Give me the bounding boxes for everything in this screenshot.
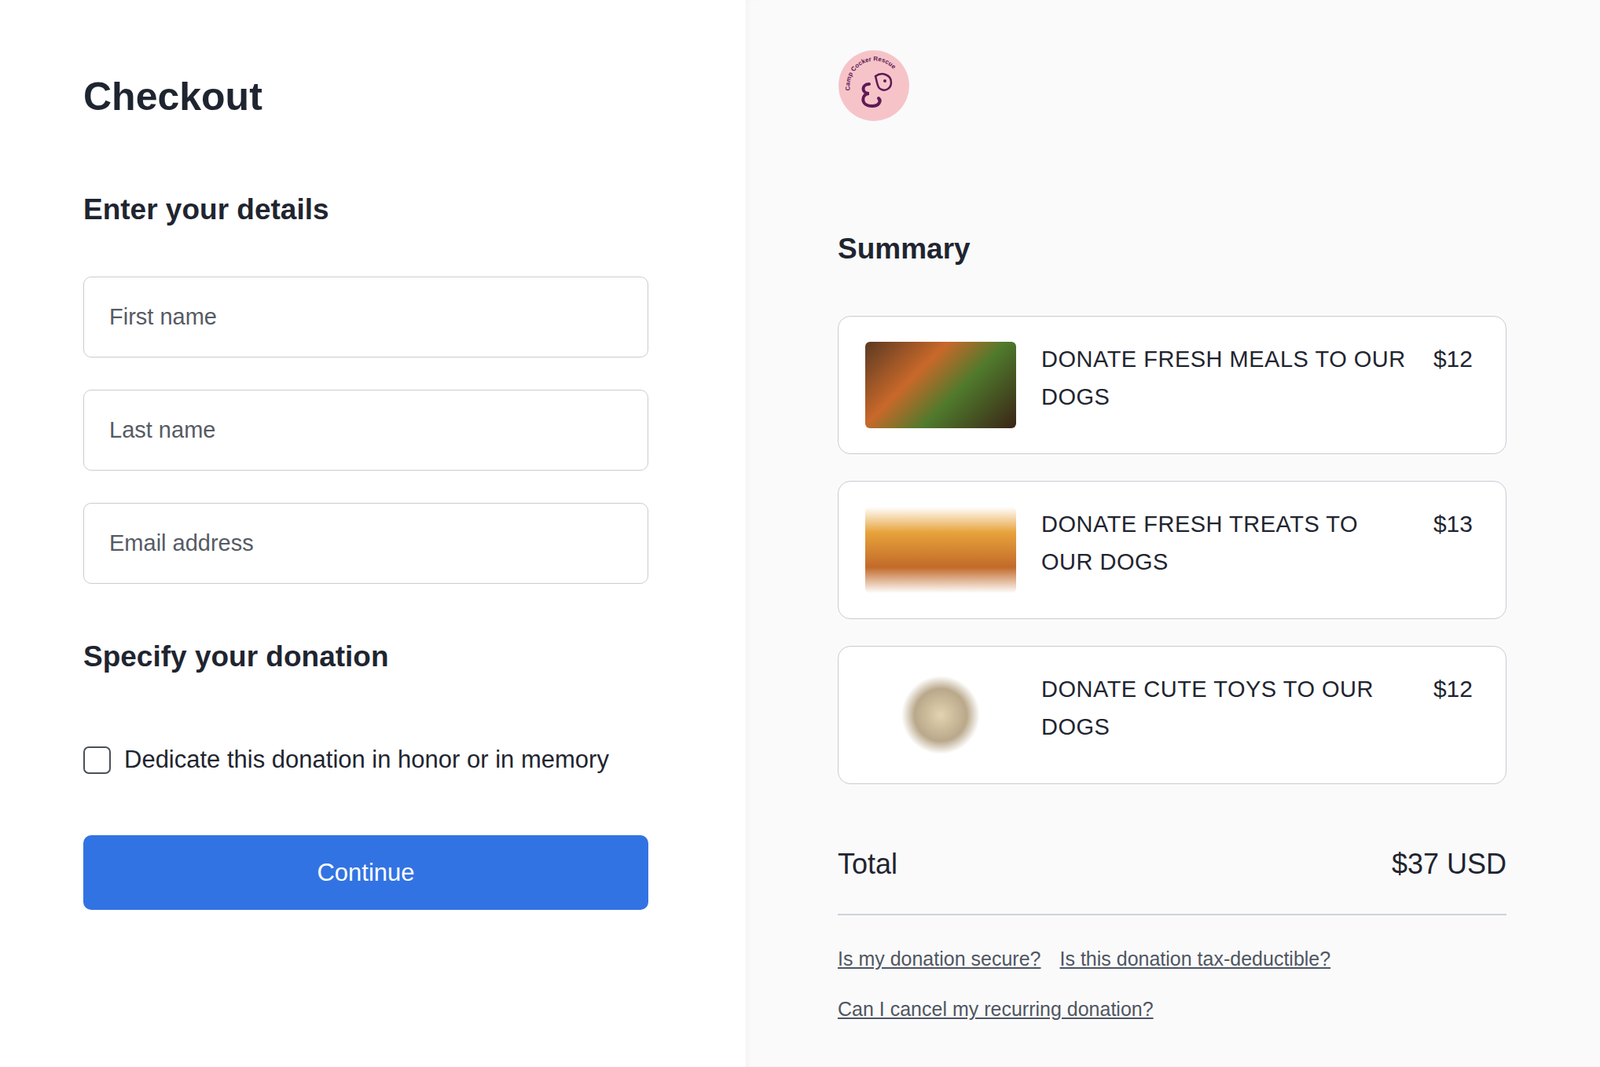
dedicate-checkbox-row[interactable]: Dedicate this donation in honor or in me… bbox=[83, 744, 649, 776]
help-links: Is my donation secure? Is this donation t… bbox=[837, 945, 1507, 1023]
item-photo bbox=[865, 506, 1017, 594]
summary-item: DONATE FRESH MEALS TO OUR DOGS $12 bbox=[837, 315, 1507, 455]
item-price: $12 bbox=[1433, 665, 1473, 709]
checkbox[interactable] bbox=[83, 746, 111, 775]
details-fields bbox=[83, 276, 649, 584]
item-photo bbox=[865, 341, 1017, 429]
summary-panel: Camp Cocker Rescue Summary DONATE FRESH ME… bbox=[745, 0, 1600, 1067]
text-field[interactable] bbox=[83, 389, 649, 471]
item-name: DONATE FRESH TREATS TO OUR DOGS bbox=[1041, 500, 1409, 581]
item-photo bbox=[865, 671, 1017, 759]
item-price: $12 bbox=[1433, 335, 1473, 378]
camp-cocker-rescue-logo-icon: Camp Cocker Rescue bbox=[837, 49, 911, 122]
help-link[interactable]: Is my donation secure? bbox=[837, 945, 1041, 973]
donation-heading: Specify your donation bbox=[83, 639, 649, 675]
logo: Camp Cocker Rescue bbox=[837, 49, 911, 122]
total-row: Total $37 USD bbox=[837, 847, 1507, 916]
checkout-page: Checkout Enter your details Specify your d… bbox=[0, 0, 1600, 1067]
checkbox-label: Dedicate this donation in honor or in me… bbox=[124, 744, 610, 776]
total-amount: $37 USD bbox=[1391, 847, 1507, 882]
details-heading: Enter your details bbox=[83, 192, 649, 228]
summary-item: DONATE CUTE TOYS TO OUR DOGS $12 bbox=[837, 645, 1507, 785]
summary-heading: Summary bbox=[837, 231, 1507, 267]
page-title: Checkout bbox=[83, 73, 649, 120]
help-link[interactable]: Is this donation tax-deductible? bbox=[1059, 945, 1331, 973]
summary-item: DONATE FRESH TREATS TO OUR DOGS $13 bbox=[837, 480, 1507, 620]
help-link-row: Is my donation secure? Is this donation t… bbox=[837, 945, 1507, 973]
item-name: DONATE FRESH MEALS TO OUR DOGS bbox=[1041, 335, 1409, 416]
help-link-row: Can I cancel my recurring donation? bbox=[837, 995, 1507, 1023]
item-price: $13 bbox=[1433, 500, 1473, 544]
summary-items: DONATE FRESH MEALS TO OUR DOGS$12DONATE … bbox=[837, 315, 1507, 785]
help-link[interactable]: Can I cancel my recurring donation? bbox=[837, 995, 1154, 1023]
continue-button[interactable]: Continue bbox=[83, 835, 649, 911]
details-panel: Checkout Enter your details Specify your d… bbox=[0, 0, 746, 1067]
text-field[interactable] bbox=[83, 276, 649, 358]
text-field[interactable] bbox=[83, 502, 649, 584]
total-label: Total bbox=[837, 847, 898, 882]
svg-text:Camp Cocker Rescue: Camp Cocker Rescue bbox=[844, 55, 898, 91]
item-name: DONATE CUTE TOYS TO OUR DOGS bbox=[1041, 665, 1409, 746]
